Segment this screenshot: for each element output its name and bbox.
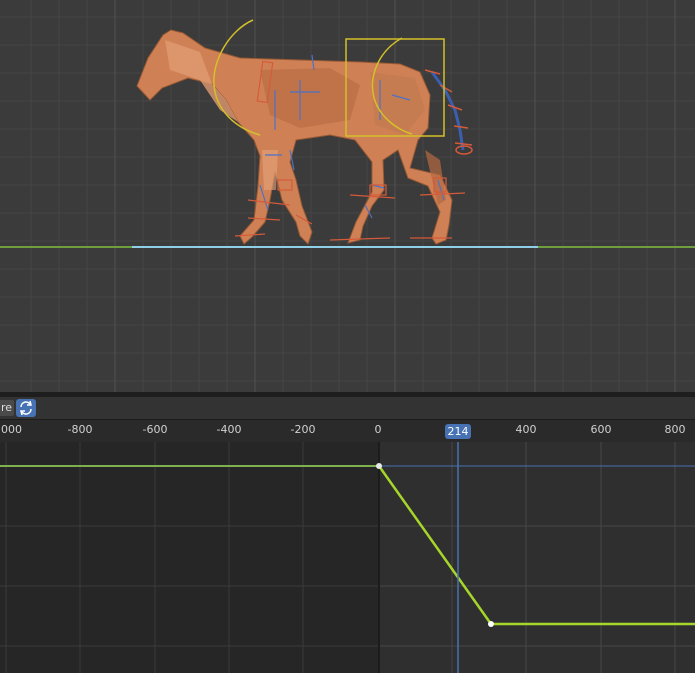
viewport-grid-minor <box>0 0 695 392</box>
3d-viewport[interactable] <box>0 0 695 392</box>
frame-ruler[interactable]: -1000 -800 -600 -400 -200 0 400 600 800 <box>0 420 695 442</box>
ruler-tick: 0 <box>374 423 382 436</box>
ruler-tick: -1000 <box>0 423 22 436</box>
keyframe-point[interactable] <box>376 463 382 469</box>
tail-bones <box>430 71 465 151</box>
ruler-tick: 600 <box>590 423 612 436</box>
ruler-tick: 800 <box>664 423 686 436</box>
mode-dropdown[interactable]: re <box>0 400 14 416</box>
fcurve[interactable] <box>377 465 695 626</box>
keyframe-point[interactable] <box>488 621 494 627</box>
graph-editor[interactable] <box>0 442 695 673</box>
tail-controls <box>424 69 473 155</box>
graph-editor-header: re <box>0 397 695 420</box>
ruler-tick: -200 <box>290 423 316 436</box>
ruler-tick: -600 <box>142 423 168 436</box>
sync-arrows-icon <box>20 400 32 416</box>
graph-grid-active <box>379 442 695 673</box>
sync-toggle-button[interactable] <box>16 399 36 417</box>
mode-label: re <box>0 401 12 414</box>
ruler-tick: 400 <box>515 423 537 436</box>
pre-range-area <box>0 442 379 673</box>
viewport-scene <box>0 0 695 392</box>
ruler-tick: -800 <box>67 423 93 436</box>
ruler-tick: -400 <box>216 423 242 436</box>
current-frame-indicator[interactable]: 214 <box>445 424 471 439</box>
fcurve-canvas <box>0 442 695 673</box>
horse-model[interactable] <box>136 29 453 245</box>
